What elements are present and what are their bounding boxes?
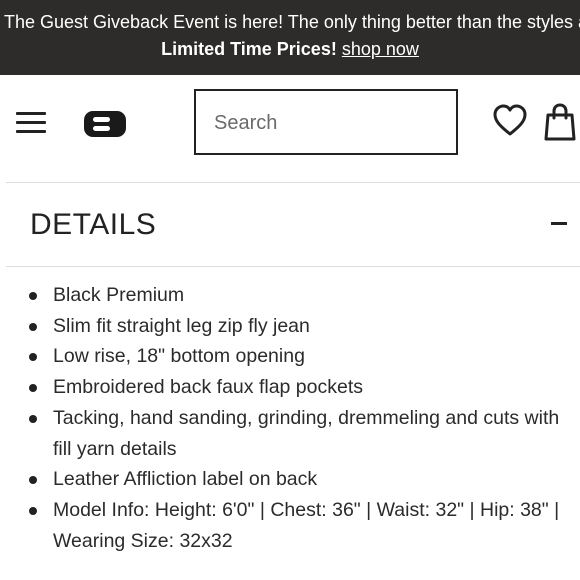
- list-item: Leather Affliction label on back: [0, 464, 580, 495]
- shopping-bag-icon[interactable]: [544, 103, 576, 141]
- list-item: Slim fit straight leg zip fly jean: [0, 311, 580, 342]
- promo-banner: The Guest Giveback Event is here! The on…: [0, 0, 580, 75]
- promo-cta-line: Limited Time Prices! shop now: [0, 37, 580, 61]
- details-title: DETAILS: [30, 208, 157, 241]
- site-header: [0, 75, 580, 182]
- divider: [6, 266, 580, 267]
- collapse-minus-icon[interactable]: [551, 222, 567, 225]
- list-item: Model Info: Height: 6'0" | Chest: 36" | …: [0, 495, 580, 556]
- search-box[interactable]: [194, 89, 458, 155]
- list-item: Embroidered back faux flap pockets: [0, 372, 580, 403]
- shop-now-link[interactable]: shop now: [342, 39, 419, 59]
- details-list: Black Premium Slim fit straight leg zip …: [0, 280, 580, 556]
- list-item: Tacking, hand sanding, grinding, dremmel…: [0, 403, 580, 464]
- menu-icon[interactable]: [16, 110, 46, 136]
- details-accordion-header[interactable]: DETAILS: [0, 183, 580, 266]
- list-item: Black Premium: [0, 280, 580, 311]
- logo-icon[interactable]: [84, 111, 126, 137]
- search-input[interactable]: [214, 109, 434, 137]
- promo-text: The Guest Giveback Event is here! The on…: [4, 12, 580, 32]
- promo-highlight: Limited Time Prices!: [161, 39, 337, 59]
- list-item: Low rise, 18" bottom opening: [0, 341, 580, 372]
- heart-icon[interactable]: [492, 103, 528, 139]
